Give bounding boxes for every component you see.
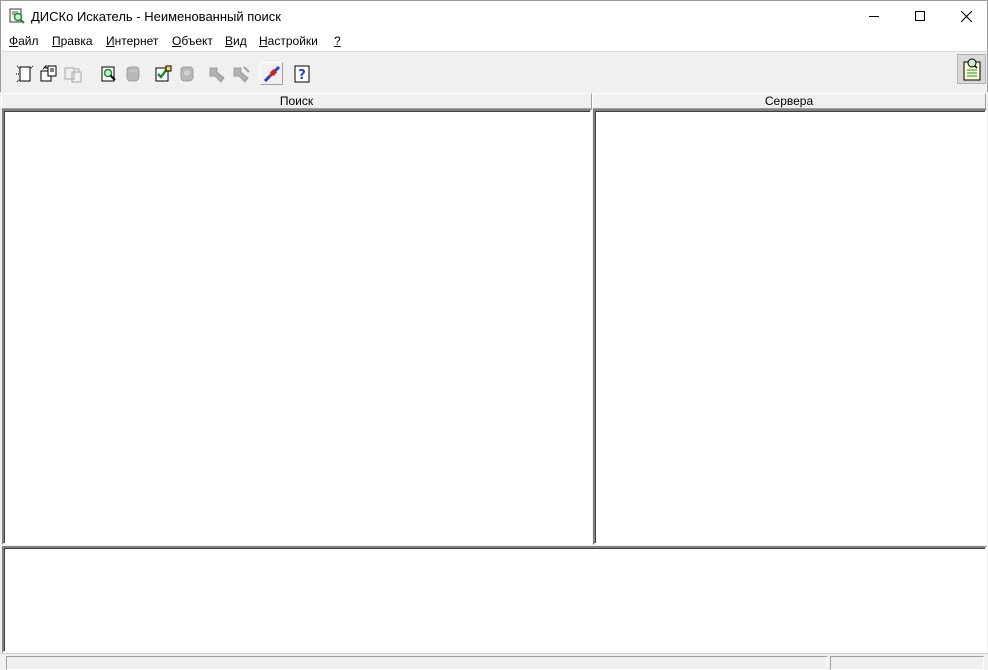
status-side — [830, 656, 984, 670]
servers-pane[interactable] — [593, 109, 987, 545]
help-button[interactable]: ? — [290, 62, 313, 85]
close-button[interactable] — [943, 1, 988, 31]
open-search-icon — [40, 64, 56, 81]
network-tool-2-button[interactable] — [230, 62, 253, 85]
close-icon — [960, 10, 972, 22]
find-object-icon — [101, 66, 116, 81]
search-pane-header[interactable]: Поиск — [1, 93, 592, 109]
menu-internet[interactable]: Интернет — [106, 34, 158, 48]
menu-settings[interactable]: Настройки — [259, 34, 318, 48]
open-search-button[interactable] — [37, 62, 60, 85]
minimize-icon — [869, 16, 879, 17]
network-tool-2-icon — [233, 65, 250, 83]
servers-pane-header[interactable]: Сервера — [592, 93, 986, 109]
help-icon: ? — [294, 65, 309, 83]
details-pane[interactable] — [2, 546, 987, 653]
network-tool-button[interactable] — [206, 62, 229, 85]
menu-edit[interactable]: Правка — [52, 34, 93, 48]
window-title: ДИСКо Искатель - Неименованный поиск — [31, 9, 281, 24]
check-object-button[interactable] — [151, 62, 174, 85]
notes-clipboard-icon — [963, 58, 980, 81]
menu-object[interactable]: Объект — [172, 34, 213, 48]
magnifier-document-icon — [9, 8, 25, 24]
status-main — [6, 656, 828, 670]
maximize-icon — [915, 11, 925, 21]
stop-search-icon — [126, 66, 139, 81]
notes-button[interactable] — [957, 54, 986, 84]
find-object-button[interactable] — [97, 62, 120, 85]
menu-bar: Файл Правка Интернет Объект Вид Настройк… — [0, 31, 988, 51]
search-results-pane[interactable] — [2, 109, 592, 545]
menu-help[interactable]: ? — [334, 34, 341, 48]
new-search-icon — [15, 65, 33, 82]
menu-file[interactable]: Файл — [9, 34, 39, 48]
save-search-icon — [64, 67, 81, 82]
minimize-button[interactable] — [851, 1, 897, 31]
object-properties-button[interactable] — [175, 62, 198, 85]
toolbar: ? — [0, 51, 988, 92]
maximize-button[interactable] — [897, 1, 943, 31]
stop-search-button[interactable] — [121, 62, 144, 85]
title-bar[interactable]: ДИСКо Искатель - Неименованный поиск — [0, 0, 988, 31]
object-properties-icon — [180, 66, 193, 81]
new-search-button[interactable] — [13, 62, 36, 85]
check-object-icon — [155, 65, 171, 81]
connect-button[interactable] — [260, 62, 283, 85]
save-search-button[interactable] — [61, 62, 84, 85]
network-tool-icon — [209, 67, 225, 83]
status-bar — [0, 653, 988, 670]
svg-text:?: ? — [298, 68, 306, 83]
menu-view[interactable]: Вид — [225, 34, 247, 48]
connect-plug-icon — [263, 65, 280, 82]
